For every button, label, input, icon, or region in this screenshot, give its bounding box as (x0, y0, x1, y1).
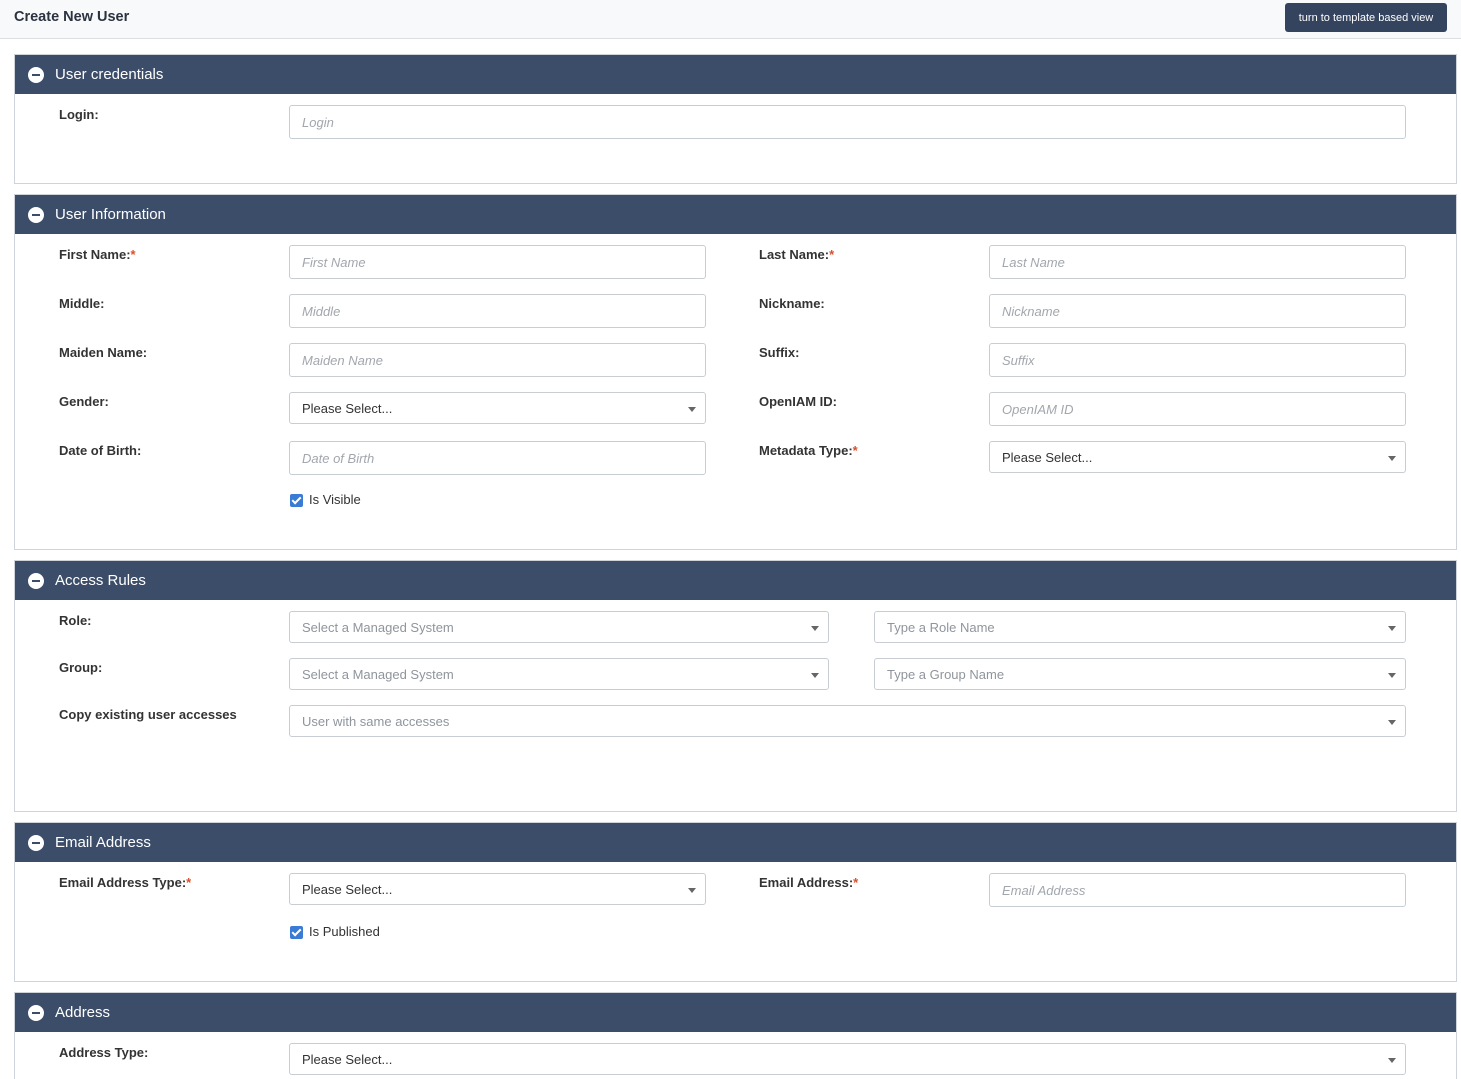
maiden-name-label: Maiden Name: (59, 345, 148, 360)
collapse-icon[interactable] (28, 207, 44, 223)
openiam-id-label: OpenIAM ID: (759, 394, 837, 409)
panel-title: User Information (55, 206, 166, 223)
page-title: Create New User (14, 9, 130, 25)
address-type-select[interactable]: Please Select... (289, 1043, 1406, 1075)
collapse-icon[interactable] (28, 573, 44, 589)
email-type-select[interactable]: Please Select... (289, 873, 706, 905)
gender-label: Gender: (59, 394, 109, 409)
group-managed-system-select[interactable]: Select a Managed System (289, 658, 829, 690)
group-label: Group: (59, 660, 103, 675)
login-label: Login: (59, 107, 99, 122)
last-name-label: Last Name:* (759, 247, 835, 262)
chevron-down-icon (1388, 673, 1396, 678)
role-label: Role: (59, 613, 92, 628)
date-of-birth-input[interactable] (289, 441, 706, 475)
login-input[interactable] (289, 105, 1406, 139)
chevron-down-icon (688, 888, 696, 893)
group-managed-system-placeholder: Select a Managed System (302, 667, 454, 682)
collapse-icon[interactable] (28, 835, 44, 851)
required-mark: * (829, 247, 835, 262)
email-address-header[interactable]: Email Address (15, 823, 1456, 862)
email-type-select-value: Please Select... (302, 882, 393, 897)
is-visible-label: Is Visible (309, 492, 361, 507)
metadata-type-label: Metadata Type:* (759, 443, 858, 458)
required-mark: * (130, 247, 136, 262)
chevron-down-icon (1388, 1058, 1396, 1063)
middle-label: Middle: (59, 296, 105, 311)
suffix-label: Suffix: (759, 345, 800, 360)
chevron-down-icon (1388, 626, 1396, 631)
first-name-input[interactable] (289, 245, 706, 279)
required-mark: * (186, 875, 192, 890)
copy-accesses-select[interactable]: User with same accesses (289, 705, 1406, 737)
user-credentials-panel: User credentials Login: (14, 54, 1457, 184)
group-name-select[interactable]: Type a Group Name (874, 658, 1406, 690)
chevron-down-icon (1388, 720, 1396, 725)
metadata-type-select[interactable]: Please Select... (989, 441, 1406, 473)
collapse-icon[interactable] (28, 1005, 44, 1021)
required-mark: * (852, 443, 858, 458)
address-panel: Address Address Type: Please Select... (14, 992, 1457, 1079)
template-view-button[interactable]: turn to template based view (1285, 3, 1447, 32)
role-managed-system-select[interactable]: Select a Managed System (289, 611, 829, 643)
openiam-id-input[interactable] (989, 392, 1406, 426)
suffix-input[interactable] (989, 343, 1406, 377)
address-type-label: Address Type: (59, 1045, 149, 1060)
date-of-birth-label: Date of Birth: (59, 443, 142, 458)
panel-title: Access Rules (55, 572, 146, 589)
email-address-label: Email Address:* (759, 875, 859, 890)
email-type-label: Email Address Type:* (59, 875, 192, 890)
nickname-input[interactable] (989, 294, 1406, 328)
metadata-type-select-value: Please Select... (1002, 450, 1093, 465)
is-visible-checkbox[interactable] (290, 494, 303, 507)
gender-select-value: Please Select... (302, 401, 393, 416)
access-rules-panel: Access Rules Role: Select a Managed Syst… (14, 560, 1457, 812)
copy-accesses-placeholder: User with same accesses (302, 714, 450, 729)
panel-title: User credentials (55, 66, 164, 83)
middle-input[interactable] (289, 294, 706, 328)
is-published-label: Is Published (309, 924, 380, 939)
email-address-panel: Email Address Email Address Type:* Pleas… (14, 822, 1457, 982)
panel-title: Address (55, 1004, 111, 1021)
user-credentials-header[interactable]: User credentials (15, 55, 1456, 94)
last-name-input[interactable] (989, 245, 1406, 279)
access-rules-header[interactable]: Access Rules (15, 561, 1456, 600)
role-name-placeholder: Type a Role Name (887, 620, 995, 635)
address-type-select-value: Please Select... (302, 1052, 393, 1067)
role-managed-system-placeholder: Select a Managed System (302, 620, 454, 635)
panel-title: Email Address (55, 834, 151, 851)
gender-select[interactable]: Please Select... (289, 392, 706, 424)
email-address-input[interactable] (989, 873, 1406, 907)
chevron-down-icon (811, 673, 819, 678)
chevron-down-icon (811, 626, 819, 631)
group-name-placeholder: Type a Group Name (887, 667, 1005, 682)
address-header[interactable]: Address (15, 993, 1456, 1032)
is-published-checkbox[interactable] (290, 926, 303, 939)
required-mark: * (853, 875, 859, 890)
top-bar: Create New User turn to template based v… (0, 0, 1461, 39)
collapse-icon[interactable] (28, 67, 44, 83)
copy-accesses-label: Copy existing user accesses (59, 707, 237, 722)
user-information-panel: User Information First Name:* Last Name:… (14, 194, 1457, 550)
nickname-label: Nickname: (759, 296, 825, 311)
chevron-down-icon (688, 407, 696, 412)
maiden-name-input[interactable] (289, 343, 706, 377)
chevron-down-icon (1388, 456, 1396, 461)
role-name-select[interactable]: Type a Role Name (874, 611, 1406, 643)
first-name-label: First Name:* (59, 247, 136, 262)
user-information-header[interactable]: User Information (15, 195, 1456, 234)
